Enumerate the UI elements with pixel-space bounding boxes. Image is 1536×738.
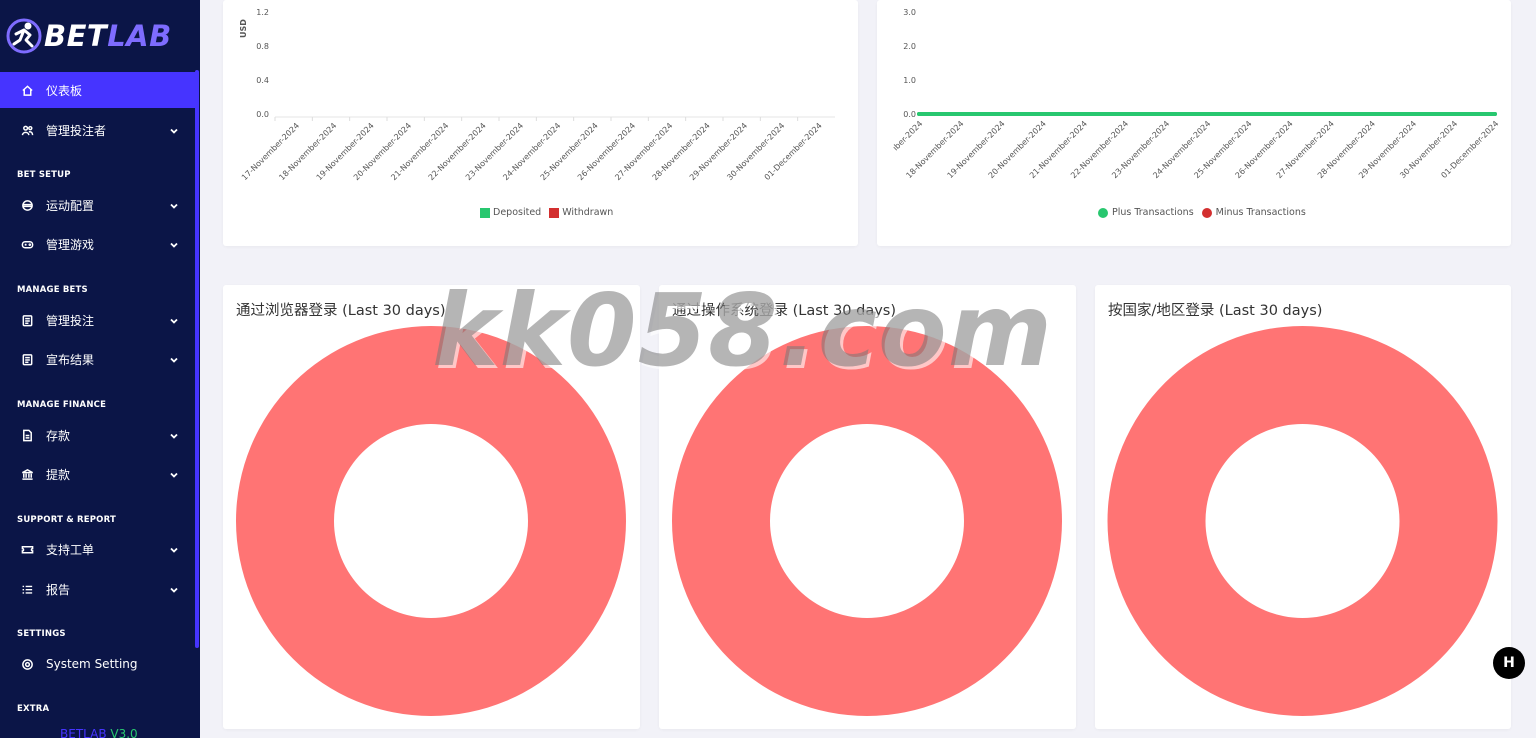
sidebar-item-label: 报告 [46, 582, 71, 597]
y-tick-label: 1.0 [903, 76, 916, 85]
chevron-down-icon [169, 125, 179, 135]
sidebar-item-reports[interactable]: 报告 [0, 571, 195, 607]
legend-swatch [1098, 207, 1108, 218]
watermark: kk058.com [432, 272, 1053, 389]
clipboard-icon [20, 352, 34, 366]
country-login-card: 按国家/地区登录 (Last 30 days) [1095, 285, 1511, 729]
legend-item-minus-transactions[interactable]: Minus Transactions [1201, 207, 1306, 218]
legend-label: Withdrawn [562, 207, 614, 218]
sidebar-item-system-setting[interactable]: System Setting [0, 646, 195, 682]
section-title-extra: EXTRA [17, 704, 50, 714]
sidebar-item-sport-config[interactable]: 运动配置 [0, 187, 195, 223]
deposit-icon [20, 428, 34, 442]
legend-item-plus-transactions[interactable]: Plus Transactions [1098, 207, 1194, 218]
home-icon [20, 83, 34, 97]
sport-icon [20, 198, 34, 212]
chevron-down-icon [169, 430, 179, 440]
chevron-down-icon [169, 354, 179, 364]
legend-label: Deposited [493, 207, 542, 218]
sidebar: BETLAB 仪表板 管理投注者 BET SETUP 运动配置 管理游戏 MAN… [0, 0, 200, 738]
sidebar-item-label: 运动配置 [46, 198, 95, 213]
sidebar-item-label: 支持工单 [46, 542, 95, 557]
section-title-bet-setup: BET SETUP [17, 170, 71, 180]
section-title-manage-bets: MANAGE BETS [17, 285, 88, 295]
legend-label: Minus Transactions [1215, 207, 1306, 218]
section-title-support-report: SUPPORT & REPORT [17, 515, 116, 525]
y-tick-label: 0.0 [903, 110, 916, 119]
y-tick-label: 1.2 [256, 8, 269, 17]
deposit-chart-card: 1.2 0.8 0.4 0.0 USD 17-November-2024 18-Novemb… [223, 0, 858, 246]
y-tick-label: 0.8 [256, 42, 269, 51]
sidebar-item-label: 存款 [46, 428, 71, 443]
sidebar-item-label: 管理投注 [46, 313, 95, 328]
chevron-down-icon [169, 200, 179, 210]
brand-logo[interactable]: BETLAB [6, 16, 172, 56]
bank-icon [20, 467, 34, 481]
y-tick-label: 3.0 [903, 8, 916, 17]
section-title-settings: SETTINGS [17, 629, 66, 639]
version-label: BETLAB V3.0 [60, 727, 138, 738]
sidebar-item-label: 仪表板 [46, 83, 83, 98]
legend-item-deposited[interactable]: Deposited [480, 207, 541, 218]
chevron-down-icon [169, 469, 179, 479]
sidebar-scrollbar[interactable] [195, 70, 199, 648]
legend-swatch [1201, 207, 1212, 218]
country-login-donut [1107, 326, 1498, 716]
sidebar-item-deposits[interactable]: 存款 [0, 417, 195, 453]
transactions-chart-card: 3.0 2.0 1.0 0.0 ıber-2024 18-November-2024 19-… [877, 0, 1511, 246]
sidebar-item-label: System Setting [46, 657, 138, 671]
sidebar-item-manage-bettors[interactable]: 管理投注者 [0, 112, 195, 148]
sidebar-item-declare-results[interactable]: 宣布结果 [0, 341, 195, 377]
legend-item-withdrawn[interactable]: Withdrawn [549, 207, 613, 218]
ticket-icon [20, 542, 34, 556]
sidebar-item-label: 宣布结果 [46, 352, 95, 367]
sidebar-item-label: 提款 [46, 467, 71, 482]
legend-label: Plus Transactions [1112, 207, 1194, 218]
sidebar-item-manage-bets[interactable]: 管理投注 [0, 302, 195, 338]
y-tick-label: 0.4 [256, 76, 269, 85]
runner-logo-icon [6, 18, 42, 54]
sidebar-item-label: 管理投注者 [46, 123, 107, 138]
float-help-button[interactable]: H [1493, 647, 1525, 679]
brand-name: BETLAB [44, 19, 172, 53]
section-title-manage-finance: MANAGE FINANCE [17, 400, 107, 410]
legend-swatch [549, 207, 560, 218]
y-axis-label: USD [239, 19, 248, 38]
users-icon [20, 123, 34, 137]
chevron-down-icon [169, 239, 179, 249]
transactions-chart-legend: Plus Transactions Minus Transactions [1098, 207, 1314, 218]
legend-swatch [480, 207, 490, 218]
donut-slice [1107, 326, 1498, 716]
chevron-down-icon [169, 315, 179, 325]
x-tick-label: ıber-2024 [891, 119, 924, 152]
sidebar-item-manage-games[interactable]: 管理游戏 [0, 226, 195, 262]
sidebar-item-support-tickets[interactable]: 支持工单 [0, 531, 195, 567]
settings-icon [20, 657, 34, 671]
sidebar-item-dashboard[interactable]: 仪表板 [0, 72, 195, 108]
chevron-down-icon [169, 544, 179, 554]
chevron-down-icon [169, 584, 179, 594]
y-tick-label: 2.0 [903, 42, 916, 51]
y-tick-label: 0.0 [256, 110, 269, 119]
list-icon [20, 582, 34, 596]
deposit-chart-legend: Deposited Withdrawn [480, 207, 621, 218]
gamepad-icon [20, 237, 34, 251]
clipboard-icon [20, 313, 34, 327]
sidebar-item-withdrawals[interactable]: 提款 [0, 456, 195, 492]
sidebar-item-label: 管理游戏 [46, 237, 95, 252]
